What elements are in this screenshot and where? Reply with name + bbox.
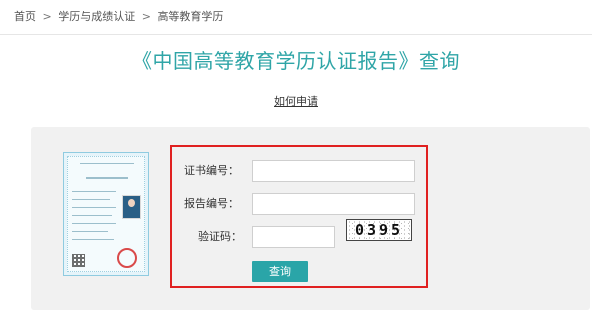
breadcrumb: 首页 > 学历与成绩认证 > 高等教育学历 — [14, 9, 223, 25]
breadcrumb-home-link[interactable]: 首页 — [14, 10, 36, 23]
certificate-text-line — [72, 207, 116, 208]
how-to-apply-link[interactable]: 如何申请 — [274, 95, 318, 108]
page-title: 《中国高等教育学历认证报告》查询 — [132, 49, 460, 73]
captcha-image[interactable]: 0395 — [346, 219, 412, 241]
apply-link-wrapper: 如何申请 — [0, 94, 592, 110]
query-button[interactable]: 查询 — [252, 261, 308, 282]
qr-code-icon — [72, 254, 85, 267]
certificate-text-line — [72, 215, 112, 216]
captcha-label: 验证码： — [198, 230, 242, 243]
header-divider — [0, 34, 592, 35]
captcha-code: 0395 — [354, 221, 404, 239]
breadcrumb-separator: > — [141, 10, 151, 23]
breadcrumb-current: 高等教育学历 — [157, 10, 224, 23]
certificate-text-line — [72, 191, 116, 192]
certificate-text-line — [72, 239, 114, 240]
certificate-text-line — [80, 163, 134, 164]
cert-number-input[interactable] — [252, 160, 415, 182]
certificate-text-line — [72, 199, 110, 200]
certificate-text-line — [72, 223, 116, 224]
certificate-heading-line — [86, 177, 128, 179]
breadcrumb-separator: > — [42, 10, 52, 23]
certificate-sample-image — [63, 152, 149, 276]
breadcrumb-certification-link[interactable]: 学历与成绩认证 — [58, 10, 135, 23]
certificate-photo — [122, 195, 141, 219]
official-seal-icon — [117, 248, 137, 268]
report-number-input[interactable] — [252, 193, 415, 215]
certificate-text-line — [72, 231, 108, 232]
report-number-label: 报告编号： — [184, 197, 239, 210]
captcha-input[interactable] — [252, 226, 335, 248]
cert-number-label: 证书编号： — [184, 164, 239, 177]
